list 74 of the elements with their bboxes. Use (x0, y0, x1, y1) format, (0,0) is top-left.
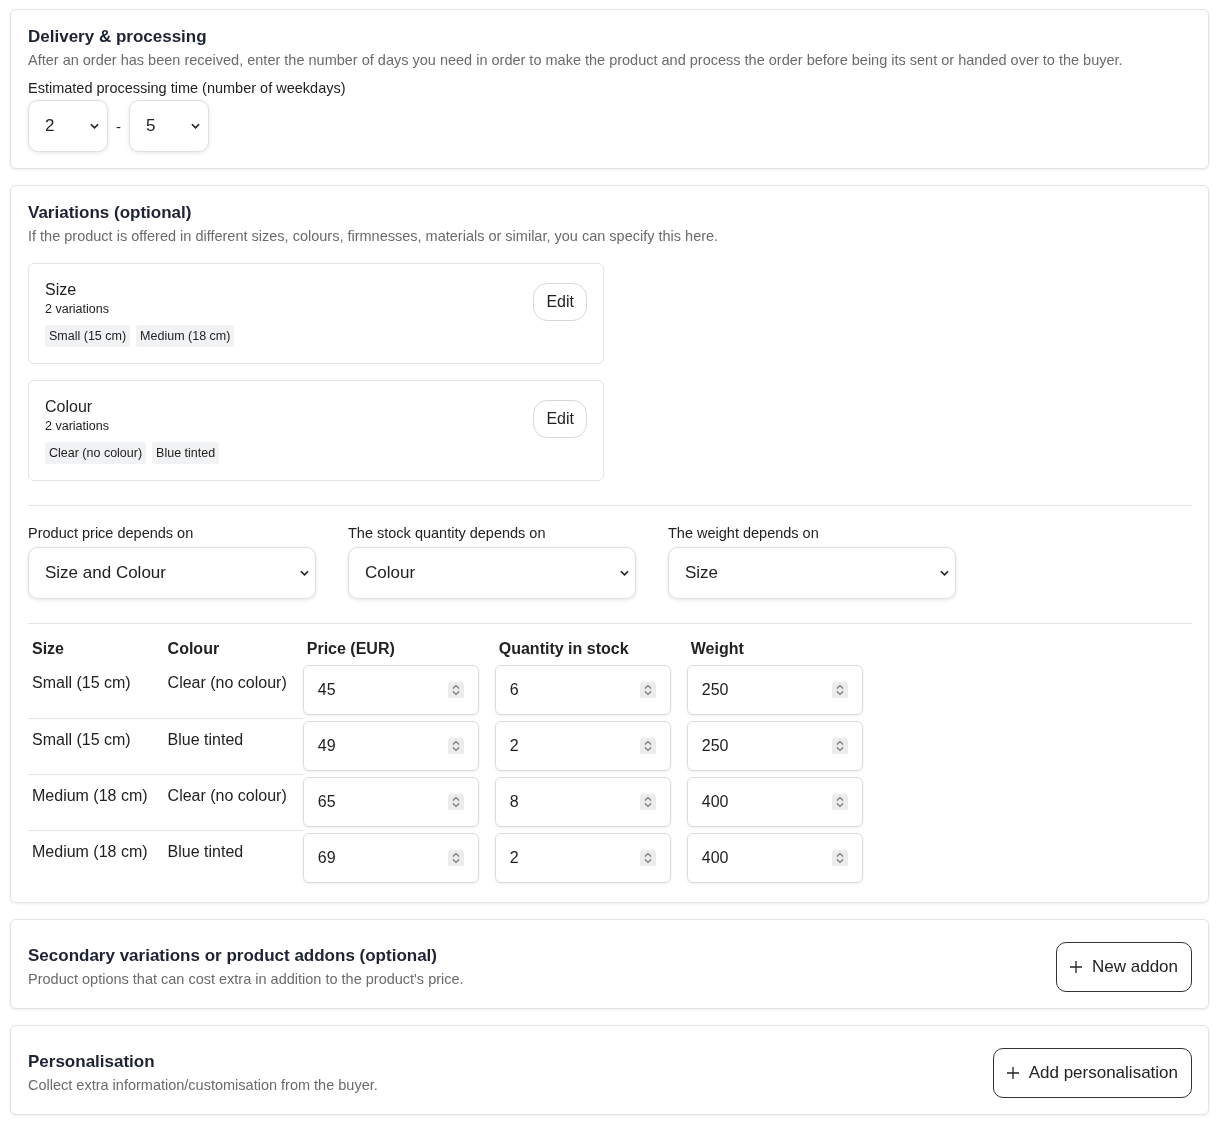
section-title: Personalisation (28, 1051, 156, 1072)
section-description: If the product is offered in different sizes, colours, firmnesses, materials or similar, you can specify this here. (28, 227, 720, 246)
section-description: After an order has been received, enter the number of days you need in order to make the product and process the order before being its sent or handed over to the buyer. (28, 51, 1124, 70)
section-description: Product options that can cost extra in addition to the product's price. (28, 969, 464, 989)
spinner-icon (639, 682, 656, 698)
spinner-icon (447, 850, 464, 866)
table-cell: Small (15 cm) (32, 730, 131, 748)
field-label: The weight depends on (668, 525, 820, 541)
variation-tag: Medium (18 cm) (136, 325, 235, 347)
variation-tag: Blue tinted (152, 442, 220, 464)
section-description: Collect extra information/customisation from the buyer. (28, 1075, 378, 1095)
field-label: The stock quantity depends on (348, 525, 547, 541)
chevron-down-icon (191, 123, 200, 129)
spinner-icon (639, 738, 656, 754)
variation-name: Colour (45, 398, 94, 416)
section-title: Secondary variations or product addons (optional) (28, 945, 438, 966)
max-days-select[interactable]: 5 (129, 100, 209, 152)
table-cell: Blue tinted (167, 842, 244, 860)
variation-count: 2 variations (45, 419, 110, 433)
min-days-select[interactable]: 2 (28, 100, 108, 152)
dependency-select[interactable]: Size and Colour (28, 547, 316, 599)
chevron-down-icon (90, 123, 99, 129)
table-cell: Clear (no colour) (167, 786, 287, 804)
variation-count: 2 variations (45, 302, 110, 316)
column-header: Weight (690, 640, 744, 657)
spinner-icon (639, 850, 656, 866)
number-input[interactable]: 2 (494, 721, 671, 771)
spinner-icon (639, 794, 656, 810)
section-title: Delivery & processing (28, 27, 208, 47)
table-cell: Clear (no colour) (167, 674, 287, 691)
table-cell: Small (15 cm) (32, 674, 131, 691)
number-input[interactable]: 400 (686, 777, 863, 827)
number-input[interactable]: 65 (302, 777, 479, 827)
number-input[interactable]: 45 (302, 665, 479, 715)
spinner-icon (831, 850, 848, 866)
table-cell: Blue tinted (167, 730, 244, 748)
column-header: Price (EUR) (306, 640, 395, 657)
plus-icon (1006, 1067, 1019, 1079)
field-label: Product price depends on (28, 525, 195, 541)
column-header: Size (32, 640, 64, 657)
plus-icon (1070, 961, 1082, 973)
column-header: Quantity in stock (498, 640, 629, 657)
chevron-down-icon (300, 570, 309, 576)
edit-button[interactable]: Edit (533, 283, 587, 321)
number-input[interactable]: 250 (686, 665, 863, 715)
spinner-icon (831, 738, 848, 754)
spinner-icon (447, 738, 464, 754)
variation-name: Size (45, 281, 78, 299)
dependency-select[interactable]: Colour (348, 547, 636, 599)
dependency-select[interactable]: Size (668, 547, 956, 599)
variation-tag: Small (15 cm) (45, 325, 131, 347)
variation-tag: Clear (no colour) (45, 442, 147, 464)
field-label: Estimated processing time (number of weekdays) (28, 80, 347, 96)
column-header: Colour (167, 640, 220, 657)
number-input[interactable]: 400 (686, 833, 863, 883)
number-input[interactable]: 8 (494, 777, 671, 827)
table-cell: Medium (18 cm) (32, 786, 148, 804)
section-title: Variations (optional) (28, 203, 193, 223)
chevron-down-icon (620, 570, 629, 576)
number-input[interactable]: 69 (302, 833, 479, 883)
spinner-icon (447, 682, 464, 698)
number-input[interactable]: 49 (302, 721, 479, 771)
spinner-icon (831, 794, 848, 810)
range-separator: - (116, 117, 121, 135)
number-input[interactable]: 6 (494, 665, 671, 715)
number-input[interactable]: 250 (686, 721, 863, 771)
number-input[interactable]: 2 (494, 833, 671, 883)
new-addon-button[interactable]: New addon (1056, 942, 1192, 992)
add-personalisation-button[interactable]: Add personalisation (992, 1048, 1192, 1098)
spinner-icon (447, 794, 464, 810)
chevron-down-icon (940, 570, 949, 576)
spinner-icon (831, 682, 848, 698)
table-cell: Medium (18 cm) (32, 842, 148, 860)
edit-button[interactable]: Edit (533, 400, 587, 438)
